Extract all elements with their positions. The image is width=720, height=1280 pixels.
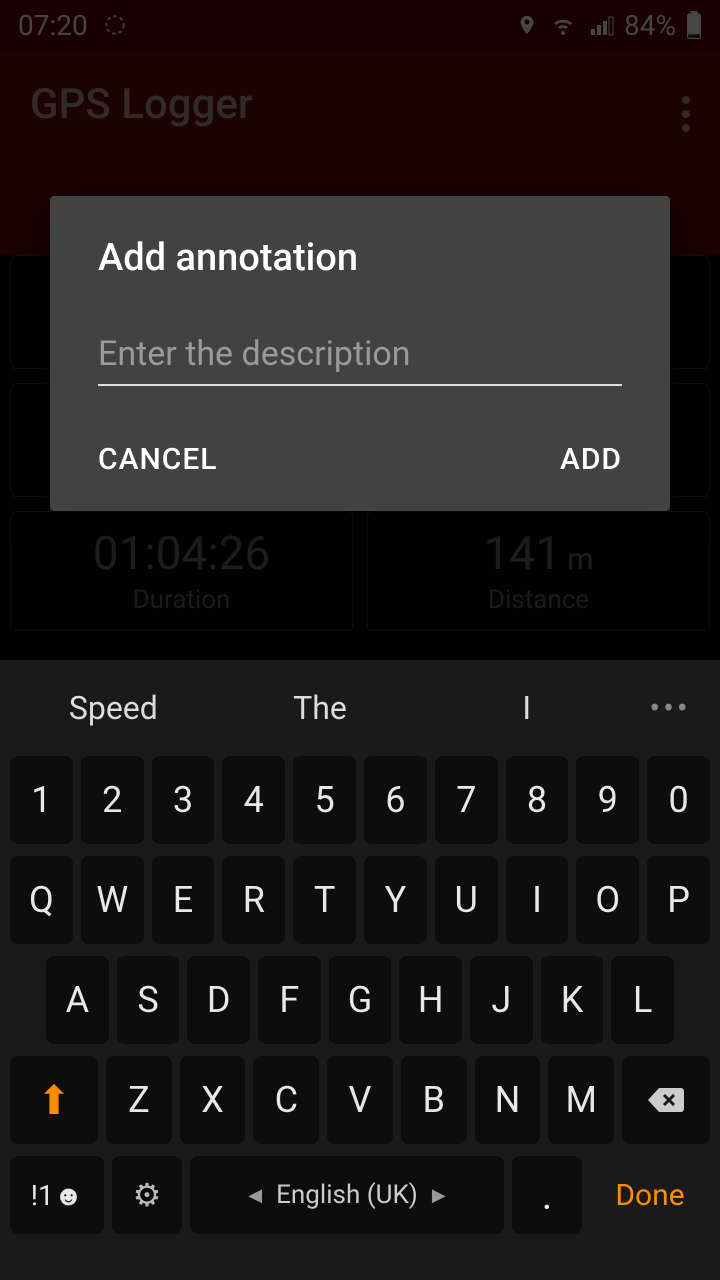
cancel-button[interactable]: CANCEL	[98, 442, 218, 477]
key-a[interactable]: A	[46, 956, 109, 1044]
key-i[interactable]: I	[506, 856, 569, 944]
battery-icon	[686, 11, 702, 39]
key-y[interactable]: Y	[364, 856, 427, 944]
key-4[interactable]: 4	[222, 756, 285, 844]
more-suggestions-icon[interactable]: •••	[630, 689, 710, 727]
key-q[interactable]: Q	[10, 856, 73, 944]
overflow-menu-button[interactable]	[682, 90, 690, 138]
battery-percent: 84%	[624, 9, 676, 42]
key-v[interactable]: V	[327, 1056, 393, 1144]
key-t[interactable]: T	[293, 856, 356, 944]
period-key[interactable]: .	[512, 1156, 582, 1234]
key-x[interactable]: X	[180, 1056, 246, 1144]
status-bar: 07:20 84%	[0, 0, 720, 50]
key-8[interactable]: 8	[506, 756, 569, 844]
key-w[interactable]: W	[81, 856, 144, 944]
key-row-bottom: !1☻ ⚙ ◀ English (UK) ▶ . Done	[10, 1156, 710, 1234]
key-o[interactable]: O	[576, 856, 639, 944]
duration-card: 01:04:26 Duration	[10, 511, 353, 631]
done-key[interactable]: Done	[590, 1156, 710, 1234]
add-annotation-dialog: Add annotation CANCEL ADD	[50, 196, 670, 511]
key-row-zxcv: ⬆ Z X C V B N M	[10, 1056, 710, 1144]
key-d[interactable]: D	[187, 956, 250, 1044]
add-button[interactable]: ADD	[560, 442, 622, 477]
wifi-icon	[548, 13, 578, 37]
location-icon	[516, 12, 538, 38]
keyboard-language-label: English (UK)	[276, 1180, 418, 1210]
suggestion[interactable]: I	[423, 689, 630, 727]
key-z[interactable]: Z	[106, 1056, 172, 1144]
key-e[interactable]: E	[152, 856, 215, 944]
key-l[interactable]: L	[611, 956, 674, 1044]
distance-card: 141m Distance	[367, 511, 710, 631]
suggestion-bar: Speed The I •••	[10, 660, 710, 756]
key-u[interactable]: U	[435, 856, 498, 944]
keyboard-settings-key[interactable]: ⚙	[112, 1156, 182, 1234]
key-7[interactable]: 7	[435, 756, 498, 844]
key-p[interactable]: P	[647, 856, 710, 944]
description-input[interactable]	[98, 328, 622, 386]
key-5[interactable]: 5	[293, 756, 356, 844]
key-s[interactable]: S	[117, 956, 180, 1044]
chevron-left-icon: ◀	[248, 1185, 262, 1206]
suggestion[interactable]: Speed	[10, 689, 217, 727]
key-k[interactable]: K	[541, 956, 604, 1044]
key-6[interactable]: 6	[364, 756, 427, 844]
key-h[interactable]: H	[399, 956, 462, 1044]
chevron-right-icon: ▶	[432, 1185, 446, 1206]
suggestion[interactable]: The	[217, 689, 424, 727]
key-f[interactable]: F	[258, 956, 321, 1044]
key-r[interactable]: R	[222, 856, 285, 944]
shift-key[interactable]: ⬆	[10, 1056, 98, 1144]
spacebar-key[interactable]: ◀ English (UK) ▶	[190, 1156, 504, 1234]
dialog-title: Add annotation	[98, 236, 622, 280]
app-title: GPS Logger	[30, 80, 253, 129]
gear-icon: ⚙	[133, 1176, 162, 1214]
backspace-key[interactable]	[622, 1056, 710, 1144]
alarm-icon	[102, 12, 128, 38]
distance-value: 141m	[484, 527, 594, 581]
key-2[interactable]: 2	[81, 756, 144, 844]
key-b[interactable]: B	[401, 1056, 467, 1144]
signal-icon	[588, 13, 614, 37]
duration-label: Duration	[133, 585, 231, 615]
key-3[interactable]: 3	[152, 756, 215, 844]
key-m[interactable]: M	[548, 1056, 614, 1144]
key-9[interactable]: 9	[576, 756, 639, 844]
key-c[interactable]: C	[253, 1056, 319, 1144]
key-0[interactable]: 0	[647, 756, 710, 844]
backspace-icon	[647, 1086, 685, 1114]
key-row-asdf: A S D F G H J K L	[10, 956, 710, 1044]
key-g[interactable]: G	[329, 956, 392, 1044]
status-time: 07:20	[18, 9, 88, 42]
distance-label: Distance	[488, 585, 589, 615]
duration-value: 01:04:26	[93, 527, 270, 581]
soft-keyboard: Speed The I ••• 1 2 3 4 5 6 7 8 9 0 Q W …	[0, 660, 720, 1280]
symbols-key[interactable]: !1☻	[10, 1156, 104, 1234]
shift-icon: ⬆	[37, 1077, 71, 1124]
key-1[interactable]: 1	[10, 756, 73, 844]
key-row-numbers: 1 2 3 4 5 6 7 8 9 0	[10, 756, 710, 844]
key-row-qwerty: Q W E R T Y U I O P	[10, 856, 710, 944]
key-j[interactable]: J	[470, 956, 533, 1044]
key-n[interactable]: N	[475, 1056, 541, 1144]
